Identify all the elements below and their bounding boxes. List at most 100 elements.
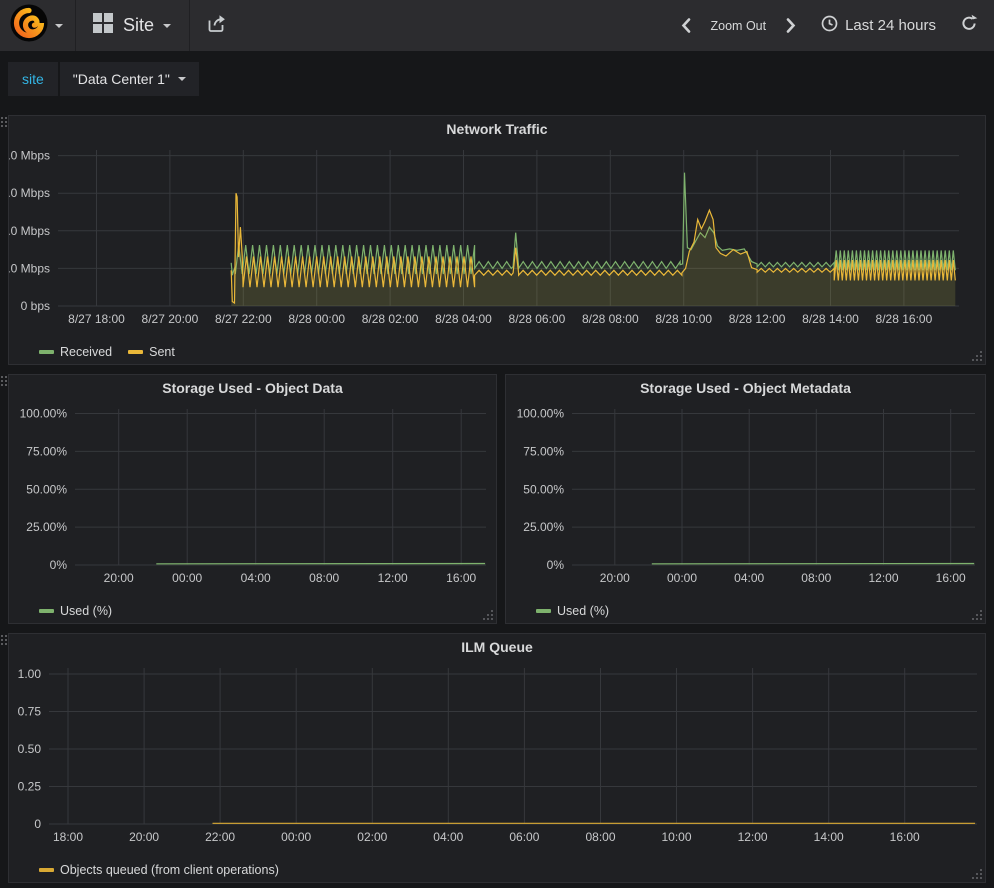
- time-range-picker[interactable]: Last 24 hours: [821, 15, 936, 36]
- svg-text:0 bps: 0 bps: [21, 299, 50, 313]
- zoom-out-button[interactable]: Zoom Out: [711, 19, 767, 33]
- variable-label-site: site: [8, 62, 58, 96]
- svg-text:1.00: 1.00: [18, 667, 42, 681]
- svg-text:3.0 Mbps: 3.0 Mbps: [9, 186, 50, 200]
- legend-label: Received: [60, 345, 112, 359]
- svg-text:06:00: 06:00: [509, 830, 539, 844]
- panel-title[interactable]: Storage Used - Object Data: [9, 375, 496, 401]
- svg-text:0%: 0%: [547, 558, 565, 572]
- svg-text:16:00: 16:00: [936, 571, 966, 585]
- clock-icon: [821, 15, 838, 36]
- svg-text:0%: 0%: [50, 558, 68, 572]
- row-drag-handle[interactable]: [1, 117, 8, 128]
- svg-text:20:00: 20:00: [600, 571, 630, 585]
- row-drag-handle[interactable]: [1, 635, 8, 646]
- svg-text:12:00: 12:00: [738, 830, 768, 844]
- storage-row: Storage Used - Object Data 20:00 00:00 04:…: [8, 374, 986, 624]
- svg-text:02:00: 02:00: [357, 830, 387, 844]
- variable-value-dropdown[interactable]: "Data Center 1": [60, 62, 199, 96]
- svg-text:8/28 08:00: 8/28 08:00: [582, 312, 639, 326]
- chart-legend: Objects queued (from client operations): [9, 856, 985, 884]
- panel-title[interactable]: Network Traffic: [9, 116, 985, 142]
- svg-text:22:00: 22:00: [205, 830, 235, 844]
- time-range-label: Last 24 hours: [845, 17, 936, 34]
- grafana-menu-button[interactable]: [0, 0, 76, 51]
- navbar: Site Zoom Out: [0, 0, 994, 52]
- svg-text:50.00%: 50.00%: [523, 482, 564, 496]
- series-color-marker: [128, 350, 143, 354]
- panel-ilm-queue: ILM Queue 18:0020:0022:0000:0002:0004:00…: [8, 633, 986, 883]
- chart-legend: Used (%): [9, 597, 496, 625]
- refresh-icon: [960, 14, 978, 37]
- svg-text:25.00%: 25.00%: [523, 520, 564, 534]
- panel-resize-handle[interactable]: [970, 349, 982, 361]
- storage-object-metadata-chart[interactable]: 20:00 00:00 04:00 08:00 12:00 16:00 0% 25.00% 50…: [506, 401, 985, 597]
- caret-down-icon: [163, 24, 171, 28]
- svg-text:8/27 22:00: 8/27 22:00: [215, 312, 272, 326]
- svg-text:10:00: 10:00: [661, 830, 691, 844]
- svg-text:08:00: 08:00: [801, 571, 831, 585]
- svg-text:0: 0: [34, 817, 41, 831]
- time-shift-forward-button[interactable]: [786, 17, 797, 34]
- navbar-time-controls: Zoom Out Last 24 hours: [680, 0, 994, 51]
- svg-text:8/27 20:00: 8/27 20:00: [142, 312, 199, 326]
- panel-storage-object-data: Storage Used - Object Data 20:0000:0004:…: [8, 374, 497, 624]
- svg-text:12:00: 12:00: [868, 571, 898, 585]
- svg-text:04:00: 04:00: [734, 571, 764, 585]
- navbar-left: Site: [0, 0, 243, 51]
- legend-label: Used (%): [557, 604, 609, 618]
- grafana-app: Site Zoom Out: [0, 0, 994, 888]
- row-drag-handle[interactable]: [1, 376, 8, 387]
- svg-text:00:00: 00:00: [667, 571, 697, 585]
- svg-text:1.0 Mbps: 1.0 Mbps: [9, 261, 50, 275]
- dashboard-grid-icon: [92, 12, 114, 39]
- submenu: site "Data Center 1": [0, 52, 994, 106]
- network-traffic-chart[interactable]: 8/27 18:008/27 20:008/27 22:008/28 00:00…: [9, 142, 985, 338]
- panel-resize-handle[interactable]: [970, 867, 982, 879]
- dashboard-title: Site: [123, 15, 154, 36]
- share-dashboard-button[interactable]: [190, 0, 243, 51]
- svg-text:8/28 16:00: 8/28 16:00: [876, 312, 933, 326]
- svg-text:00:00: 00:00: [281, 830, 311, 844]
- svg-text:04:00: 04:00: [433, 830, 463, 844]
- svg-text:2.0 Mbps: 2.0 Mbps: [9, 224, 50, 238]
- series-color-marker: [39, 350, 54, 354]
- svg-text:100.00%: 100.00%: [20, 407, 68, 421]
- panel-resize-handle[interactable]: [481, 608, 493, 620]
- legend-label: Sent: [149, 345, 175, 359]
- time-shift-back-button[interactable]: [680, 17, 691, 34]
- legend-item-used-pct[interactable]: Used (%): [39, 604, 112, 618]
- legend-item-sent[interactable]: Sent: [128, 345, 175, 359]
- svg-text:8/28 10:00: 8/28 10:00: [655, 312, 712, 326]
- legend-item-received[interactable]: Received: [39, 345, 112, 359]
- svg-text:08:00: 08:00: [585, 830, 615, 844]
- svg-text:08:00: 08:00: [309, 571, 339, 585]
- legend-item-used-pct[interactable]: Used (%): [536, 604, 609, 618]
- legend-item-objects-queued[interactable]: Objects queued (from client operations): [39, 863, 279, 877]
- svg-text:14:00: 14:00: [814, 830, 844, 844]
- svg-text:100.00%: 100.00%: [517, 407, 565, 421]
- series-color-marker: [39, 609, 54, 613]
- svg-text:8/28 04:00: 8/28 04:00: [435, 312, 492, 326]
- panel-resize-handle[interactable]: [970, 608, 982, 620]
- svg-text:8/28 12:00: 8/28 12:00: [729, 312, 786, 326]
- svg-text:8/28 14:00: 8/28 14:00: [802, 312, 859, 326]
- panel-title[interactable]: ILM Queue: [9, 634, 985, 660]
- svg-text:20:00: 20:00: [104, 571, 134, 585]
- svg-text:16:00: 16:00: [446, 571, 476, 585]
- series-color-marker: [39, 868, 54, 872]
- storage-object-data-chart[interactable]: 20:0000:0004:0008:0012:0016:000%25.00%50…: [9, 401, 496, 597]
- caret-down-icon: [55, 24, 63, 28]
- svg-text:8/28 00:00: 8/28 00:00: [288, 312, 345, 326]
- grafana-logo-icon: [10, 4, 48, 47]
- svg-text:00:00: 00:00: [172, 571, 202, 585]
- svg-text:16:00: 16:00: [890, 830, 920, 844]
- dashboard-picker[interactable]: Site: [76, 0, 190, 51]
- svg-text:12:00: 12:00: [378, 571, 408, 585]
- ilm-queue-chart[interactable]: 18:0020:0022:0000:0002:0004:0006:0008:00…: [9, 660, 985, 856]
- svg-text:75.00%: 75.00%: [523, 444, 564, 458]
- refresh-button[interactable]: [960, 14, 978, 37]
- legend-label: Used (%): [60, 604, 112, 618]
- panel-title[interactable]: Storage Used - Object Metadata: [506, 375, 985, 401]
- svg-text:75.00%: 75.00%: [26, 444, 67, 458]
